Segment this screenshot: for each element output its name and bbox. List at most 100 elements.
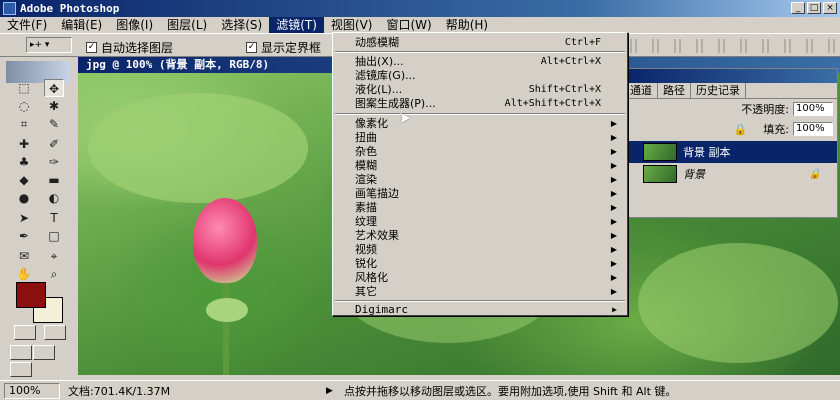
- brush-tool-icon[interactable]: ✐: [44, 135, 64, 153]
- filter-gallery[interactable]: 滤镜库(G)...: [335, 69, 625, 82]
- foreground-color-swatch[interactable]: [16, 282, 46, 308]
- submenu-arrow-icon: ▶: [610, 287, 617, 296]
- menu-file[interactable]: 文件(F): [0, 17, 54, 33]
- layer-background-copy[interactable]: 背景 副本: [625, 141, 837, 163]
- gradient-tool-icon[interactable]: ▬: [44, 171, 64, 189]
- filter-blur[interactable]: 模糊 ▶: [335, 159, 625, 172]
- menu-label: 风格化: [355, 271, 388, 284]
- menu-filter[interactable]: 滤镜(T): [269, 17, 324, 33]
- menu-image[interactable]: 图像(I): [109, 17, 160, 33]
- layer-background[interactable]: 背景 🔒: [625, 163, 837, 185]
- notes-tool-icon[interactable]: ✉: [14, 247, 34, 265]
- standard-mode-button[interactable]: [14, 325, 36, 340]
- submenu-arrow-icon: ▶: [610, 161, 617, 170]
- opacity-input[interactable]: 100%: [793, 102, 833, 116]
- menu-bar: 文件(F) 编辑(E) 图像(I) 图层(L) 选择(S) 滤镜(T) 视图(V…: [0, 17, 840, 33]
- filter-stylize[interactable]: 风格化 ▶: [335, 271, 625, 284]
- filter-sharpen[interactable]: 锐化 ▶: [335, 257, 625, 270]
- submenu-arrow-icon: ▶: [610, 203, 617, 212]
- menu-edit[interactable]: 编辑(E): [54, 17, 109, 33]
- filter-brush-strokes[interactable]: 画笔描边 ▶: [335, 187, 625, 200]
- fill-input[interactable]: 100%: [793, 122, 833, 136]
- show-bounds-checkbox[interactable]: ✓: [246, 42, 257, 53]
- jump-to-imageready-button[interactable]: [10, 362, 32, 377]
- menu-help[interactable]: 帮助(H): [439, 17, 495, 33]
- show-bounds-option[interactable]: ✓ 显示定界框: [246, 39, 321, 56]
- slice-tool-icon[interactable]: ✎: [44, 115, 64, 133]
- menu-shortcut: Ctrl+F: [564, 37, 601, 48]
- hand-tool-icon[interactable]: ✋: [14, 265, 34, 283]
- eyedropper-icon[interactable]: ⌖: [44, 247, 64, 265]
- menu-shortcut: Alt+Ctrl+X: [540, 56, 601, 67]
- layers-panel: 通道 路径 历史记录 不透明度: 100% 🔒 填充: 100% 背景 副本 背…: [624, 68, 838, 218]
- filter-digimarc[interactable]: Digimarc ▶: [335, 303, 625, 316]
- status-bar: 100% 文档:701.4K/1.37M ▶ 点按并拖移以移动图层或选区。要用附…: [0, 380, 840, 400]
- menu-window[interactable]: 窗口(W): [379, 17, 438, 33]
- shape-tool-icon[interactable]: □: [44, 227, 64, 245]
- restore-button[interactable]: □: [807, 2, 821, 14]
- close-button[interactable]: ×: [823, 2, 837, 14]
- screen-mode-full-menu-button[interactable]: [33, 345, 55, 360]
- filter-liquify[interactable]: 液化(L)... Shift+Ctrl+X: [335, 83, 625, 96]
- tab-paths[interactable]: 路径: [658, 83, 691, 98]
- filter-other[interactable]: 其它 ▶: [335, 285, 625, 298]
- tab-history[interactable]: 历史记录: [691, 83, 746, 98]
- window-controls: _ □ ×: [791, 2, 837, 14]
- healing-brush-icon[interactable]: ✚: [14, 135, 34, 153]
- filter-render[interactable]: 渲染 ▶: [335, 173, 625, 186]
- filter-distort[interactable]: 扭曲 ▶: [335, 131, 625, 144]
- tool-preset-picker[interactable]: ▸+ ▾: [26, 37, 72, 53]
- leaf-highlight: [638, 243, 838, 363]
- filter-noise[interactable]: 杂色 ▶: [335, 145, 625, 158]
- path-select-icon[interactable]: ➤: [14, 209, 34, 227]
- filter-extract[interactable]: 抽出(X)... Alt+Ctrl+X: [335, 55, 625, 68]
- menu-select[interactable]: 选择(S): [214, 17, 269, 33]
- filter-pixelate[interactable]: 像素化 ▶: [335, 117, 625, 130]
- filter-sketch[interactable]: 素描 ▶: [335, 201, 625, 214]
- auto-select-checkbox[interactable]: ✓: [86, 42, 97, 53]
- quick-mask-button[interactable]: [44, 325, 66, 340]
- filter-last-motion-blur[interactable]: 动感模糊 Ctrl+F: [335, 36, 625, 49]
- leaf-highlight: [88, 93, 308, 203]
- zoom-level-field[interactable]: 100%: [4, 382, 60, 399]
- tab-channels[interactable]: 通道: [625, 83, 658, 98]
- submenu-arrow-icon: ▶: [610, 147, 617, 156]
- blur-tool-icon[interactable]: ●: [14, 189, 34, 207]
- menu-layer[interactable]: 图层(L): [160, 17, 214, 33]
- menu-label: 杂色: [355, 145, 377, 158]
- minimize-button[interactable]: _: [791, 2, 805, 14]
- screen-mode-standard-button[interactable]: [10, 345, 32, 360]
- filter-artistic[interactable]: 艺术效果 ▶: [335, 229, 625, 242]
- pen-tool-icon[interactable]: ✒: [14, 227, 34, 245]
- magic-wand-icon[interactable]: ✱: [44, 97, 64, 115]
- submenu-arrow-icon: ▶: [612, 305, 617, 314]
- show-bounds-label: 显示定界框: [261, 41, 322, 55]
- filter-texture[interactable]: 纹理 ▶: [335, 215, 625, 228]
- move-tool-icon[interactable]: ✥: [44, 79, 64, 97]
- title-bar: Adobe Photoshop _ □ ×: [0, 0, 840, 17]
- lock-icon[interactable]: 🔒: [734, 123, 748, 136]
- auto-select-option[interactable]: ✓ 自动选择图层: [86, 39, 173, 56]
- clone-stamp-icon[interactable]: ♣: [14, 153, 34, 171]
- document-size: 文档:701.4K/1.37M: [68, 384, 171, 398]
- dodge-tool-icon[interactable]: ◐: [44, 189, 64, 207]
- menu-label: 素描: [355, 201, 377, 214]
- zoom-tool-icon[interactable]: ⌕: [44, 265, 64, 283]
- crop-tool-icon[interactable]: ⌗: [14, 115, 34, 133]
- menu-label: 渲染: [355, 173, 377, 186]
- menu-separator: [335, 113, 625, 115]
- filter-video[interactable]: 视频 ▶: [335, 243, 625, 256]
- submenu-arrow-icon: ▶: [610, 259, 617, 268]
- align-icons[interactable]: [630, 39, 840, 53]
- toolbox: ⬚ ✥ ◌ ✱ ⌗ ✎ ✚ ✐ ♣ ✑ ◆ ▬ ● ◐ ➤ T ✒ □ ✉ ⌖ …: [0, 57, 76, 377]
- menu-view[interactable]: 视图(V): [324, 17, 380, 33]
- status-menu-arrow-icon[interactable]: ▶: [326, 386, 338, 396]
- lasso-tool-icon[interactable]: ◌: [14, 97, 34, 115]
- filter-pattern-maker[interactable]: 图案生成器(P)... Alt+Shift+Ctrl+X: [335, 97, 625, 110]
- eraser-tool-icon[interactable]: ◆: [14, 171, 34, 189]
- history-brush-icon[interactable]: ✑: [44, 153, 64, 171]
- type-tool-icon[interactable]: T: [44, 209, 64, 227]
- menu-label: 图案生成器(P)...: [355, 97, 436, 110]
- menu-label: 扭曲: [355, 131, 377, 144]
- marquee-tool-icon[interactable]: ⬚: [14, 79, 34, 97]
